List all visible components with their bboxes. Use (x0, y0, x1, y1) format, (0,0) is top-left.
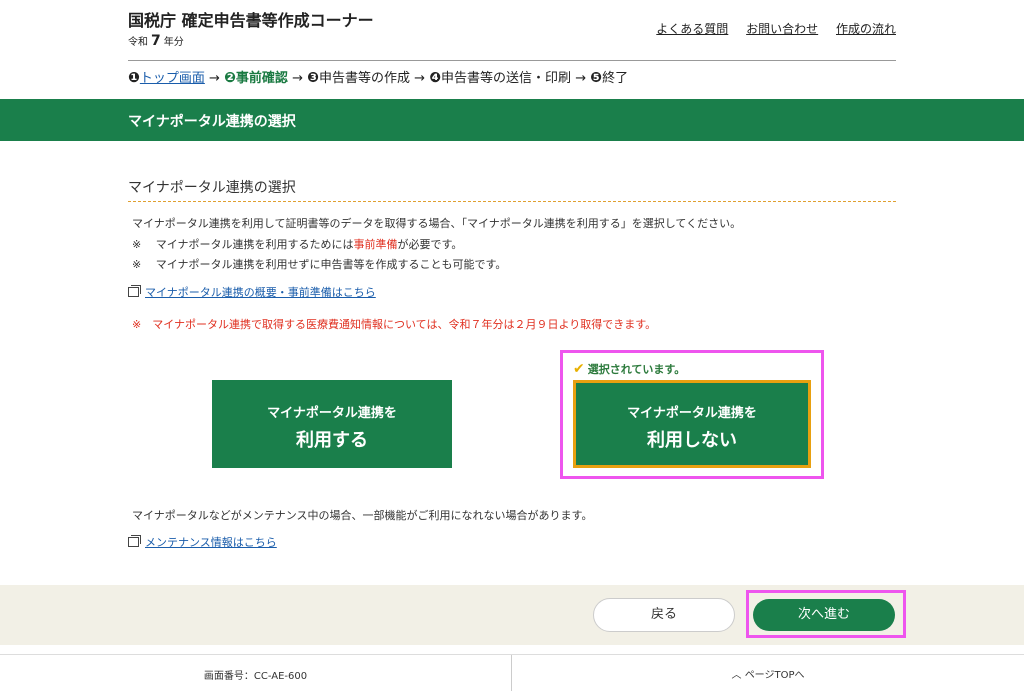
step-2-number: ❷ (224, 70, 236, 86)
step-send-print: 申告書等の送信・印刷 (441, 71, 572, 86)
screen-id: 画面番号：CC-AE-600 (203, 671, 308, 682)
prerequisite-highlight: 事前準備 (353, 238, 398, 251)
nouse-button-line1: マイナポータル連携を (627, 406, 757, 421)
page-banner: マイナポータル連携の選択 (0, 99, 1024, 141)
note-optional: ※ マイナポータル連携を利用せずに申告書等を作成することも可能です。 (132, 256, 506, 272)
step-1-number: ❶ (128, 70, 140, 86)
step-4-number: ❹ (429, 70, 442, 86)
note2-text: マイナポータル連携を利用せずに申告書等を作成することも可能です。 (155, 258, 507, 271)
overview-link[interactable]: マイナポータル連携の概要・事前準備はこちら (145, 286, 376, 299)
maintenance-text: マイナポータルなどがメンテナンス中の場合、一部機能がご利用になれない場合がありま… (132, 509, 593, 522)
flow-link[interactable]: 作成の流れ (836, 22, 896, 36)
note1-before: マイナポータル連携を利用するためには (155, 238, 354, 251)
maintenance-link-row: メンテナンス情報はこちら (128, 534, 277, 550)
use-button-line2: 利用する (296, 430, 368, 451)
contact-link[interactable]: お問い合わせ (746, 22, 818, 36)
maintenance-link[interactable]: メンテナンス情報はこちら (145, 536, 277, 549)
faq-link[interactable]: よくある質問 (656, 22, 728, 36)
not-use-myna-portal-button[interactable]: マイナポータル連携を 利用しない (573, 380, 811, 468)
step-indicator: ❶トップ画面 → ❷事前確認 → ❸申告書等の作成 → ❹申告書等の送信・印刷 … (128, 67, 628, 86)
note-prerequisite: ※ マイナポータル連携を利用するためには事前準備が必要です。 (132, 236, 462, 252)
chevron-up-icon: ︿ (731, 670, 742, 681)
selected-indicator: ✔ 選択されています。 (573, 361, 685, 377)
overview-link-row: マイナポータル連携の概要・事前準備はこちら (128, 284, 376, 300)
step-3-number: ❸ (307, 70, 319, 86)
section-title-text: マイナポータル連携の選択 (128, 180, 296, 196)
step-top-link[interactable]: トップ画面 (140, 71, 205, 86)
site-title: 国税庁 確定申告書等作成コーナー (128, 11, 374, 30)
note-mark: ※ (132, 238, 142, 251)
selected-text: 選択されています。 (587, 363, 686, 376)
use-button-line1: マイナポータル連携を (267, 406, 397, 421)
era-suffix: 年分 (163, 37, 184, 48)
page-top-link[interactable]: ︿ ページTOPへ (512, 666, 1024, 681)
step-5-number: ❺ (590, 70, 603, 86)
note-mark: ※ (132, 258, 142, 271)
step-arrow: → (575, 71, 587, 86)
step-current: 事前確認 (235, 71, 288, 86)
next-button[interactable]: 次へ進む (753, 599, 895, 631)
section-title: マイナポータル連携の選択 (128, 177, 896, 202)
step-create: 申告書等の作成 (318, 71, 410, 86)
tax-year: 令和 7 年分 (128, 33, 184, 49)
intro-text: マイナポータル連携を利用して証明書等のデータを取得する場合、「マイナポータル連携… (132, 217, 742, 230)
era-year: 7 (151, 33, 161, 49)
page-top-label: ページTOPへ (744, 670, 805, 681)
step-end: 終了 (602, 71, 629, 86)
checkmark-icon: ✔ (573, 361, 585, 377)
header-links: よくある質問 お問い合わせ 作成の流れ (642, 20, 896, 37)
document-icon (128, 535, 141, 547)
use-myna-portal-button[interactable]: マイナポータル連携を 利用する (212, 380, 452, 468)
era-prefix: 令和 (128, 37, 148, 48)
step-arrow: → (209, 71, 220, 86)
step-arrow: → (292, 71, 303, 86)
nouse-button-line2: 利用しない (647, 430, 737, 451)
page-title: マイナポータル連携の選択 (128, 114, 296, 130)
document-icon (128, 285, 141, 297)
step-arrow: → (414, 71, 426, 86)
page-bottom: 画面番号：CC-AE-600 ︿ ページTOPへ (0, 654, 1024, 691)
back-button[interactable]: 戻る (593, 598, 735, 632)
medical-info-warning: ※ マイナポータル連携で取得する医療費通知情報については、令和７年分は２月９日よ… (132, 318, 657, 331)
note1-after: が必要です。 (397, 238, 463, 251)
page-header: 国税庁 確定申告書等作成コーナー 令和 7 年分 よくある質問 お問い合わせ 作成の… (128, 0, 896, 61)
